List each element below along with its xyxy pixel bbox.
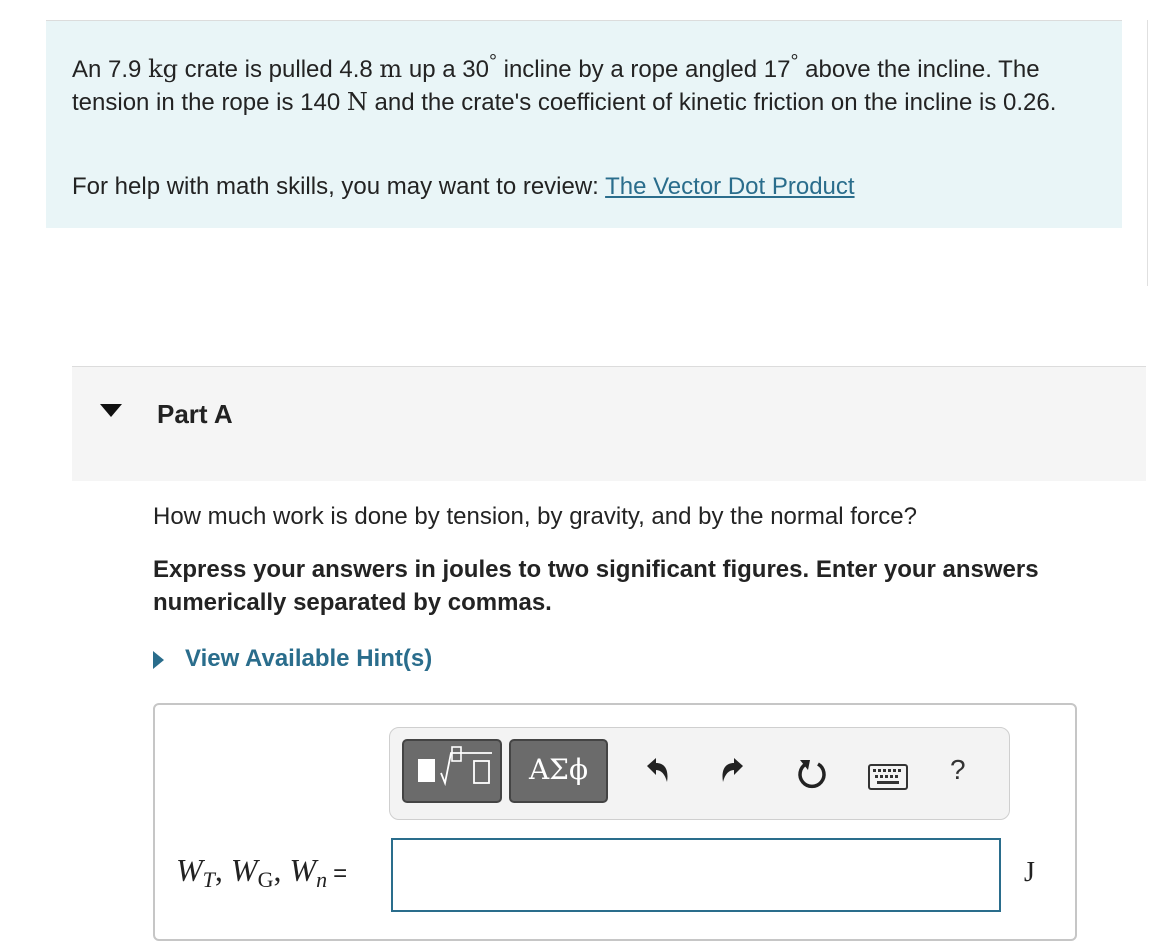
answer-label: WT, WG, Wn = [176, 852, 348, 892]
answer-input[interactable] [391, 838, 1001, 912]
symbols-button[interactable]: ΑΣϕ [509, 739, 608, 803]
undo-icon[interactable] [636, 752, 676, 792]
templates-button[interactable] [402, 739, 502, 803]
vector-dot-product-link[interactable]: The Vector Dot Product [605, 173, 854, 200]
symbols-label: ΑΣϕ [528, 753, 589, 786]
right-border [1147, 20, 1148, 286]
part-a-header[interactable] [72, 366, 1146, 481]
collapse-triangle-icon[interactable] [100, 404, 122, 417]
templates-icon [418, 746, 492, 787]
problem-statement: An 7.9 kg crate is pulled 4.8 m up a 30°… [72, 51, 1057, 116]
help-question-icon[interactable]: ? [950, 754, 966, 786]
reset-icon[interactable] [792, 752, 832, 792]
part-title: Part A [157, 399, 233, 429]
expand-triangle-icon[interactable] [153, 651, 164, 669]
answer-instruction: Express your answers in joules to two si… [153, 556, 1039, 616]
view-hints-label[interactable]: View Available Hint(s) [185, 645, 432, 673]
math-toolbar: ΑΣϕ ? [389, 727, 1010, 820]
help-line: For help with math skills, you may want … [72, 173, 855, 200]
keyboard-icon[interactable] [868, 764, 908, 790]
redo-icon[interactable] [714, 752, 754, 792]
question-text: How much work is done by tension, by gra… [153, 503, 917, 530]
unit-label: J [1024, 857, 1035, 888]
